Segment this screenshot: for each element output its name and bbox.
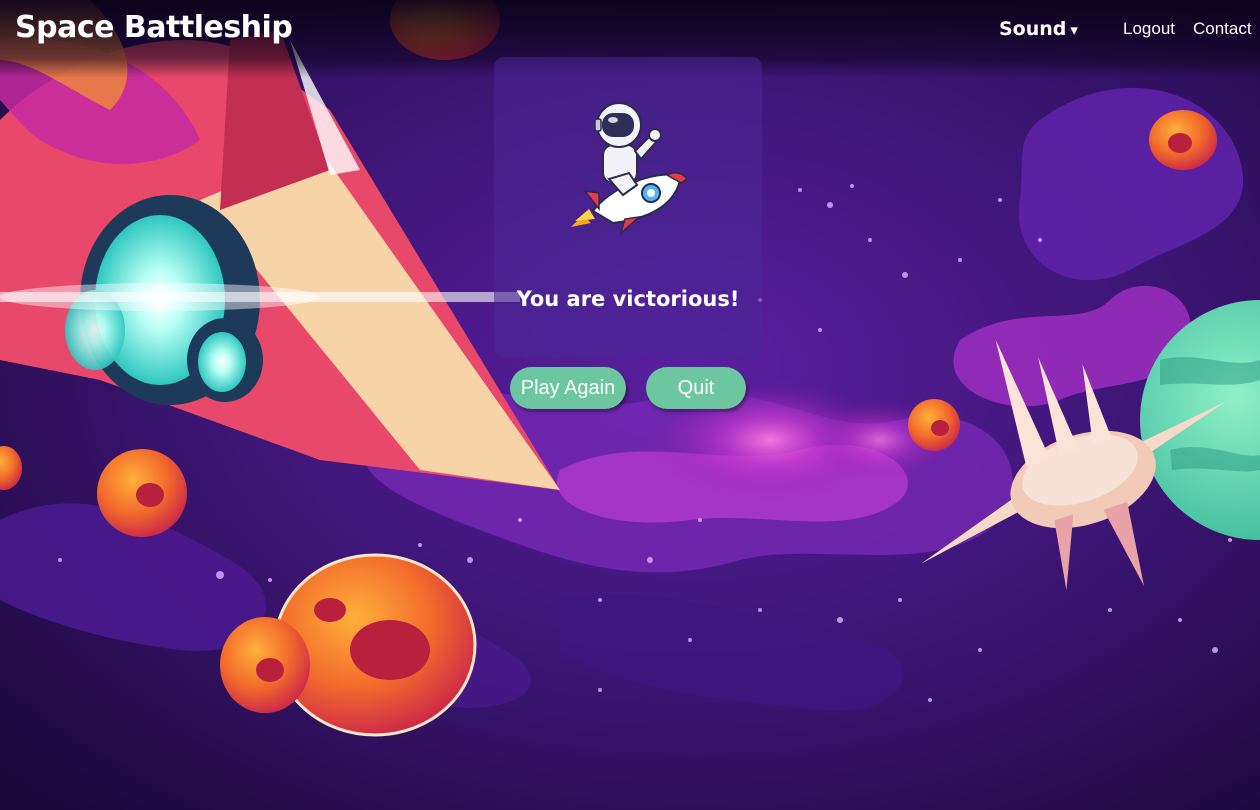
chevron-down-icon: ▾	[1070, 21, 1078, 39]
astronaut-on-rocket-icon	[571, 102, 689, 236]
quit-button[interactable]: Quit	[646, 367, 746, 409]
logout-link[interactable]: Logout	[1123, 19, 1175, 39]
sound-dropdown[interactable]: Sound ▾	[999, 18, 1078, 40]
victory-message: You are victorious!	[516, 287, 740, 311]
sound-label: Sound	[999, 18, 1067, 40]
play-again-button[interactable]: Play Again	[510, 367, 626, 409]
contact-link[interactable]: Contact	[1193, 19, 1252, 39]
app-title[interactable]: Space Battleship	[15, 10, 293, 45]
result-card: You are victorious!	[494, 57, 762, 357]
